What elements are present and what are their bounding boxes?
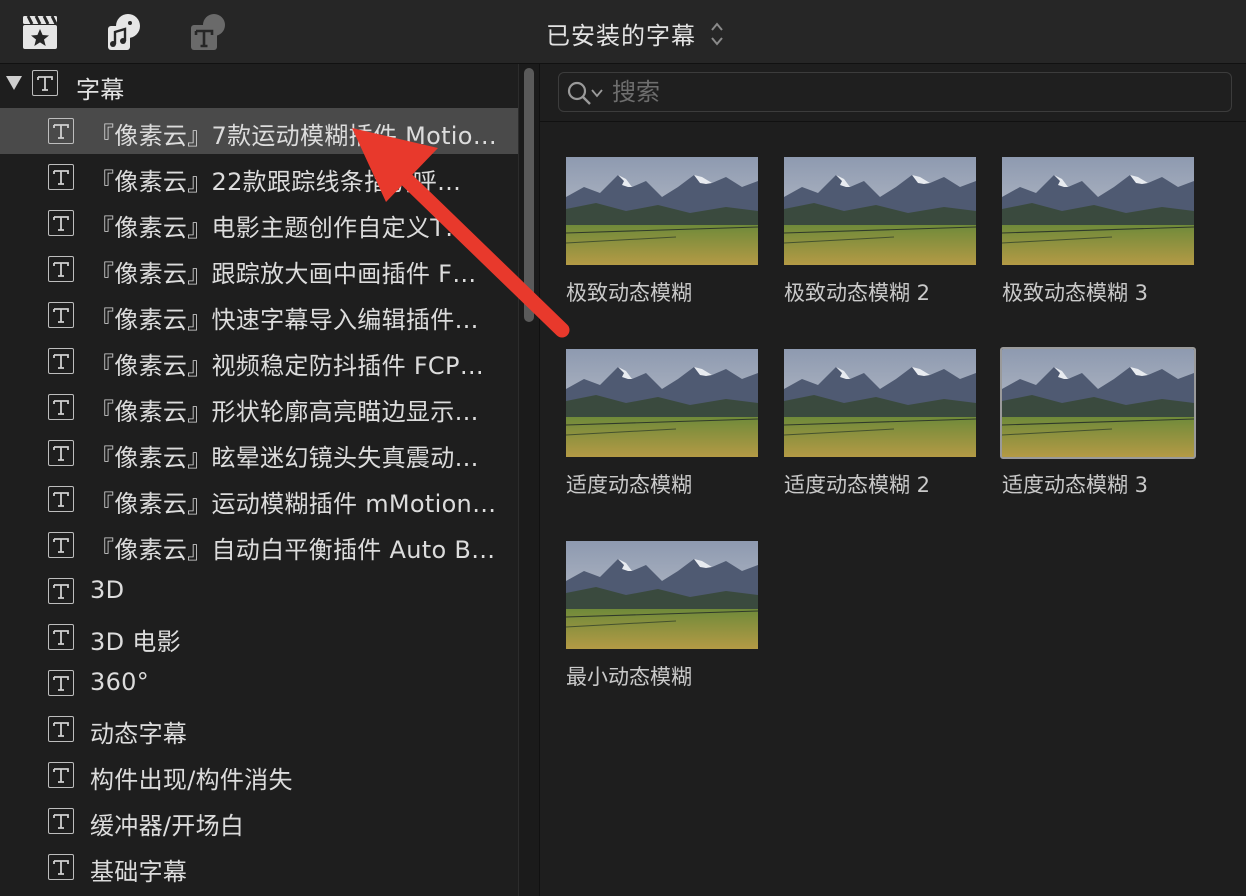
- browser-title-popup[interactable]: 已安装的字幕: [546, 16, 724, 51]
- search-icon[interactable]: [566, 80, 592, 106]
- sidebar-item-label: 『像素云』快速字幕导入编辑插件…: [90, 306, 479, 334]
- sidebar-item[interactable]: 『像素云』快速字幕导入编辑插件…: [0, 292, 518, 338]
- title-thumbnail-tile[interactable]: 适度动态模糊: [564, 347, 760, 497]
- sidebar-item[interactable]: 『像素云』自动白平衡插件 Auto B…: [0, 522, 518, 568]
- sidebar-item[interactable]: 『像素云』22款跟踪线条指引呼…: [0, 154, 518, 200]
- sidebar-item[interactable]: 基础字幕: [0, 844, 518, 890]
- landscape-thumbnail-image: [1000, 347, 1196, 459]
- title-t-icon: [48, 394, 74, 420]
- title-t-icon: [48, 440, 74, 466]
- sidebar-item-label: 3D: [90, 576, 125, 604]
- landscape-thumbnail-image: [564, 347, 760, 459]
- sidebar-item-label: 『像素云』自动白平衡插件 Auto B…: [90, 536, 496, 564]
- title-t-icon: [48, 118, 74, 144]
- sidebar-item-label: 『像素云』22款跟踪线条指引呼…: [90, 168, 462, 196]
- sidebar-item[interactable]: 『像素云』跟踪放大画中画插件 F…: [0, 246, 518, 292]
- disclosure-triangle-icon[interactable]: [6, 76, 22, 90]
- sidebar-item[interactable]: 360°: [0, 660, 518, 706]
- sidebar-item[interactable]: 3D: [0, 568, 518, 614]
- sidebar-item-label: 构件出现/构件消失: [90, 766, 293, 794]
- title-t-icon: [48, 164, 74, 190]
- title-thumbnail-tile[interactable]: 极致动态模糊 2: [782, 155, 978, 305]
- title-t-icon: [48, 762, 74, 788]
- title-t-icon: [32, 70, 58, 96]
- sidebar-item[interactable]: 缓冲器/开场白: [0, 798, 518, 844]
- title-t-icon: [48, 716, 74, 742]
- sidebar-item-label: 『像素云』跟踪放大画中画插件 F…: [90, 260, 477, 288]
- landscape-thumbnail-image: [782, 347, 978, 459]
- sidebar-item-label: 3D 电影: [90, 628, 181, 656]
- title-t-icon: [48, 808, 74, 834]
- landscape-thumbnail-image: [564, 539, 760, 651]
- sidebar-item[interactable]: 『像素云』运动模糊插件 mMotion…: [0, 476, 518, 522]
- sidebar-category-titles[interactable]: 字幕: [0, 64, 518, 110]
- tile-label: 适度动态模糊 2: [784, 473, 931, 497]
- sidebar-item[interactable]: 『像素云』眩晕迷幻镜头失真震动…: [0, 430, 518, 476]
- sidebar-scroll-thumb[interactable]: [524, 68, 534, 322]
- sidebar-item-label: 『像素云』7款运动模糊插件 Motio…: [90, 122, 498, 150]
- title-t-icon: [48, 210, 74, 236]
- title-t-icon: [48, 302, 74, 328]
- title-thumbnail-tile[interactable]: 适度动态模糊 3: [1000, 347, 1196, 497]
- sidebar-item-label: 『像素云』电影主题创作自定义T…: [90, 214, 470, 242]
- tile-label: 极致动态模糊 3: [1002, 281, 1149, 305]
- sidebar-item-label: 缓冲器/开场白: [90, 812, 245, 840]
- tile-label: 适度动态模糊: [566, 473, 692, 497]
- tile-label: 适度动态模糊 3: [1002, 473, 1149, 497]
- landscape-thumbnail-image: [782, 155, 978, 267]
- sidebar-item[interactable]: 构件出现/构件消失: [0, 752, 518, 798]
- up-down-chevron-icon: [711, 21, 723, 46]
- title-t-icon: [48, 256, 74, 282]
- sidebar-item-label: 360°: [90, 668, 150, 696]
- sidebar-item[interactable]: 动态字幕: [0, 706, 518, 752]
- title-t-icon: [48, 670, 74, 696]
- sidebar-item[interactable]: 『像素云』7款运动模糊插件 Motio…: [0, 108, 518, 154]
- sidebar-header-label: 字幕: [76, 76, 125, 104]
- photos-and-audio-clapper-icon[interactable]: [20, 12, 60, 52]
- divider: [540, 121, 1246, 122]
- sidebar-item[interactable]: 『像素云』电影主题创作自定义T…: [0, 200, 518, 246]
- sidebar-item[interactable]: 『像素云』视频稳定防抖插件 FCP…: [0, 338, 518, 384]
- sidebar-item-label: 『像素云』形状轮廓高亮瞄边显示…: [90, 398, 479, 426]
- title-t-icon: [48, 348, 74, 374]
- title-t-icon: [48, 578, 74, 604]
- sidebar-item[interactable]: 3D 电影: [0, 614, 518, 660]
- sidebar-item-label: 『像素云』运动模糊插件 mMotion…: [90, 490, 497, 518]
- music-and-sound-icon[interactable]: [104, 12, 144, 52]
- sidebar-item-label: 动态字幕: [90, 720, 188, 748]
- sidebar-item-label: 『像素云』眩晕迷幻镜头失真震动…: [90, 444, 479, 472]
- title-t-icon: [48, 486, 74, 512]
- landscape-thumbnail-image: [564, 155, 760, 267]
- toolbar: 已安装的字幕: [0, 0, 1246, 64]
- title-t-icon: [48, 624, 74, 650]
- title-thumbnail-tile[interactable]: 极致动态模糊 3: [1000, 155, 1196, 305]
- search-input[interactable]: [612, 76, 1212, 108]
- title-thumbnail-tile[interactable]: 最小动态模糊: [564, 539, 760, 689]
- title-thumbnail-tile[interactable]: 适度动态模糊 2: [782, 347, 978, 497]
- title-t-icon: [48, 532, 74, 558]
- title-t-icon: [48, 854, 74, 880]
- titles-sidebar: 字幕 『像素云』7款运动模糊插件 Motio… 『像素云』22款跟踪线条指引呼… 『…: [0, 64, 518, 896]
- title-thumbnail-tile[interactable]: 极致动态模糊: [564, 155, 760, 305]
- sidebar-item-label: 基础字幕: [90, 858, 188, 886]
- tile-label: 极致动态模糊: [566, 281, 692, 305]
- browser-title: 已安装的字幕: [546, 22, 696, 50]
- search-options-chevron-icon[interactable]: [591, 88, 603, 98]
- titles-and-generators-icon[interactable]: [188, 12, 228, 52]
- landscape-thumbnail-image: [1000, 155, 1196, 267]
- tile-label: 极致动态模糊 2: [784, 281, 931, 305]
- sidebar-item[interactable]: 『像素云』形状轮廓高亮瞄边显示…: [0, 384, 518, 430]
- tile-label: 最小动态模糊: [566, 665, 692, 689]
- sidebar-item-label: 『像素云』视频稳定防抖插件 FCP…: [90, 352, 485, 380]
